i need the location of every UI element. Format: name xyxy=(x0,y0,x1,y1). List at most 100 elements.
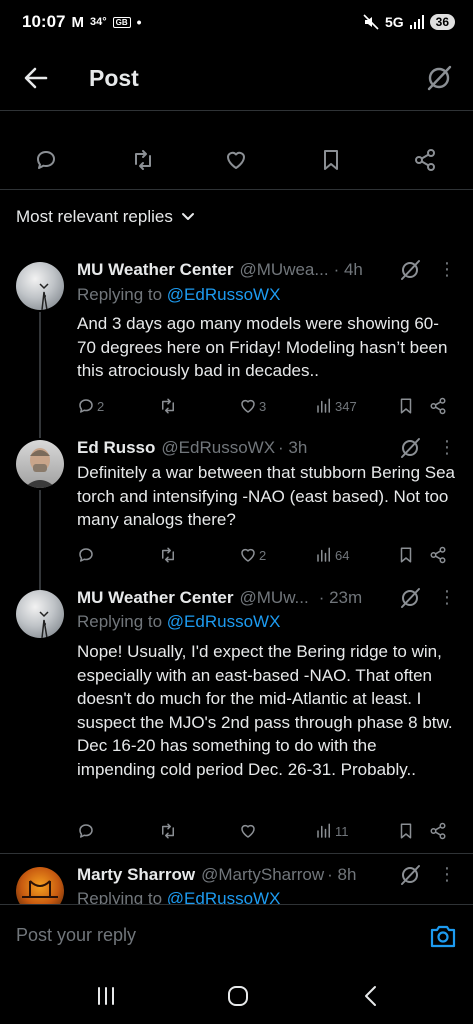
author-handle[interactable]: @EdRussoWX xyxy=(161,438,275,458)
like-button[interactable]: 3 xyxy=(239,395,266,417)
replying-to: Replying to @EdRussoWX xyxy=(77,612,280,632)
reply-icon xyxy=(79,399,93,413)
avatar[interactable] xyxy=(16,867,64,904)
more-options-icon[interactable]: ⋮ xyxy=(437,863,457,887)
like-count: 3 xyxy=(259,398,267,414)
reply-icon[interactable] xyxy=(34,148,58,172)
back-arrow-icon[interactable] xyxy=(22,64,50,92)
views-button[interactable]: 347 xyxy=(315,395,357,417)
avatar[interactable] xyxy=(16,440,64,488)
repost-icon xyxy=(162,823,174,839)
author-name[interactable]: MU Weather Center xyxy=(77,588,234,608)
replying-to-link[interactable]: @EdRussoWX xyxy=(167,285,281,304)
views-icon xyxy=(317,547,330,562)
views-button[interactable]: 64 xyxy=(315,544,349,566)
grok-icon[interactable] xyxy=(399,437,421,459)
reply-item[interactable]: MU Weather Center @MUw... · 23m ⋮ Replyi… xyxy=(0,586,473,846)
gb-icon: GB xyxy=(112,16,131,28)
grok-icon[interactable] xyxy=(399,864,421,886)
views-button[interactable]: 11 xyxy=(315,820,349,842)
replying-to: Replying to @EdRussoWX xyxy=(77,889,280,904)
bookmark-icon[interactable] xyxy=(319,148,343,172)
grok-icon[interactable] xyxy=(425,64,453,92)
post-time: · 8h xyxy=(327,865,357,884)
replying-to: Replying to @EdRussoWX xyxy=(77,285,280,305)
camera-icon[interactable] xyxy=(429,923,457,949)
like-count: 2 xyxy=(259,547,267,563)
replying-prefix: Replying to xyxy=(77,612,167,631)
status-time: 10:07 xyxy=(22,12,66,31)
replying-prefix: Replying to xyxy=(77,285,167,304)
like-button[interactable] xyxy=(239,820,259,842)
network-type: 5G xyxy=(384,14,404,30)
grok-icon[interactable] xyxy=(399,259,421,281)
more-options-icon[interactable]: ⋮ xyxy=(437,586,457,610)
reply-input[interactable]: Post your reply xyxy=(16,925,136,946)
mute-icon xyxy=(363,14,379,30)
share-button[interactable] xyxy=(429,544,447,566)
bookmark-button[interactable] xyxy=(397,544,415,566)
more-options-icon[interactable]: ⋮ xyxy=(437,258,457,282)
share-icon[interactable] xyxy=(413,148,437,172)
bookmark-icon xyxy=(400,823,412,839)
status-left: 10:07 M 34° GB • xyxy=(22,12,142,32)
reply-item[interactable]: Marty Sharrow @MartySharrow · 8h ⋮ Reply… xyxy=(0,863,473,904)
bookmark-icon xyxy=(400,398,412,414)
author-handle[interactable]: @MUw... xyxy=(240,588,309,608)
author-name[interactable]: MU Weather Center xyxy=(77,260,234,280)
reply-text: Definitely a war between that stubborn B… xyxy=(77,463,456,529)
more-options-icon[interactable]: ⋮ xyxy=(437,436,457,460)
repost-button[interactable] xyxy=(159,544,179,566)
reply-header: MU Weather Center @MUwea... · 4h ⋮ xyxy=(77,258,473,282)
status-bar: 10:07 M 34° GB • 5G 36 xyxy=(0,0,473,44)
repost-button[interactable] xyxy=(159,395,179,417)
avatar[interactable] xyxy=(16,590,64,638)
divider xyxy=(0,110,473,111)
share-button[interactable] xyxy=(429,820,447,842)
author-name[interactable]: Ed Russo xyxy=(77,438,155,458)
reply-text: And 3 days ago many models were showing … xyxy=(77,314,448,380)
home-icon[interactable] xyxy=(226,984,250,1008)
bridge-photo-icon xyxy=(22,880,58,898)
reply-header: MU Weather Center @MUw... · 23m ⋮ xyxy=(77,586,473,610)
author-handle[interactable]: @MUwea... xyxy=(240,260,329,280)
reply-button[interactable] xyxy=(77,544,97,566)
reply-actions: 2 64 xyxy=(77,544,457,566)
repost-icon xyxy=(162,398,174,414)
signal-icon xyxy=(409,15,424,29)
like-button[interactable]: 2 xyxy=(239,544,266,566)
author-handle[interactable]: @MartySharrow xyxy=(201,865,324,885)
reply-button[interactable]: 2 xyxy=(77,395,104,417)
compose-bar: Post your reply xyxy=(0,904,473,968)
repost-icon xyxy=(162,547,174,563)
bookmark-button[interactable] xyxy=(397,395,415,417)
reply-actions: 11 xyxy=(77,820,457,842)
reply-button[interactable] xyxy=(77,820,97,842)
share-icon xyxy=(430,546,446,564)
author-name[interactable]: Marty Sharrow xyxy=(77,865,195,885)
post-time: · 3h xyxy=(278,438,308,457)
repost-icon[interactable] xyxy=(131,148,155,172)
heart-icon xyxy=(241,548,255,562)
recent-apps-icon[interactable] xyxy=(95,984,117,1008)
replying-to-link[interactable]: @EdRussoWX xyxy=(167,889,281,904)
avatar[interactable] xyxy=(16,262,64,310)
bookmark-button[interactable] xyxy=(397,820,415,842)
grok-icon[interactable] xyxy=(399,587,421,609)
person-photo-icon xyxy=(24,448,56,488)
share-button[interactable] xyxy=(429,395,447,417)
chevron-down-icon xyxy=(181,213,194,220)
repost-button[interactable] xyxy=(159,820,179,842)
sort-label: Most relevant replies xyxy=(16,207,173,226)
reply-actions: 2 3 347 xyxy=(77,395,457,417)
reply-item[interactable]: MU Weather Center @MUwea... · 4h ⋮ Reply… xyxy=(0,258,473,428)
post-action-bar xyxy=(0,140,473,180)
heart-icon[interactable] xyxy=(224,148,248,172)
reply-item[interactable]: Ed Russo @EdRussoWX · 3h ⋮ Definitely a … xyxy=(0,436,473,576)
divider xyxy=(0,853,473,854)
back-nav-icon[interactable] xyxy=(360,984,380,1008)
sort-dropdown[interactable]: Most relevant replies xyxy=(16,207,195,227)
view-count: 347 xyxy=(335,398,357,414)
header: Post xyxy=(0,50,473,108)
replying-to-link[interactable]: @EdRussoWX xyxy=(167,612,281,631)
